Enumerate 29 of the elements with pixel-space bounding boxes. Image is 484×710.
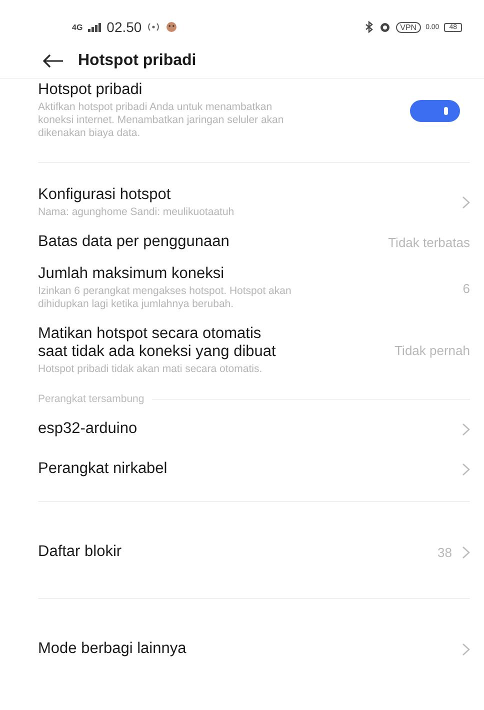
- back-arrow-icon[interactable]: [42, 54, 64, 68]
- setting-title: Hotspot pribadi: [38, 81, 144, 99]
- setting-title[interactable]: esp32-arduino: [38, 420, 288, 438]
- hotspot-icon: [146, 22, 160, 32]
- network-type: 4G: [72, 22, 83, 32]
- setting-title[interactable]: Konfigurasi hotspot: [38, 186, 288, 204]
- vpn-badge: VPN: [396, 22, 421, 32]
- setting-title[interactable]: Mode berbagi lainnya: [38, 640, 288, 658]
- bluetooth-icon: [365, 21, 374, 33]
- setting-title[interactable]: Matikan hotspot secara otomatis saat tidak ada koneksi yang dibuat: [38, 325, 288, 361]
- setting-value: Tidak terbatas: [388, 234, 470, 250]
- emoji-icon: [164, 21, 178, 33]
- alarm-icon: [379, 21, 392, 33]
- setting-value: 38: [438, 544, 452, 560]
- setting-value: 6: [462, 280, 470, 296]
- setting-title[interactable]: Perangkat nirkabel: [38, 460, 288, 478]
- setting-title[interactable]: Daftar blokir: [38, 543, 288, 561]
- section-header: Perangkat tersambung: [38, 393, 144, 405]
- signal-icon: [88, 22, 102, 32]
- setting-title[interactable]: Batas data per penggunaan: [38, 233, 288, 251]
- status-time: 02.50: [106, 19, 142, 35]
- setting-description: Aktifkan hotspot pribadi Anda untuk menambatkan koneksi internet. Menambatkan jaringan seluler akan dikenakan biaya data.: [38, 101, 285, 140]
- setting-description: Hotspot pribadi tidak akan mati secara otomatis.: [38, 363, 264, 376]
- setting-description: Nama: agunghome Sandi: meulikuotaatuh: [38, 206, 236, 219]
- setting-description: Izinkan 6 perangkat mengakses hotspot. Hotspot akan dihidupkan lagi ketika jumlahnya berubah.: [38, 285, 292, 311]
- setting-value: Tidak pernah: [394, 343, 470, 358]
- page-title: Hotspot pribadi: [78, 52, 196, 70]
- setting-title[interactable]: Jumlah maksimum koneksi: [38, 265, 288, 283]
- toggle-switch[interactable]: [410, 100, 460, 122]
